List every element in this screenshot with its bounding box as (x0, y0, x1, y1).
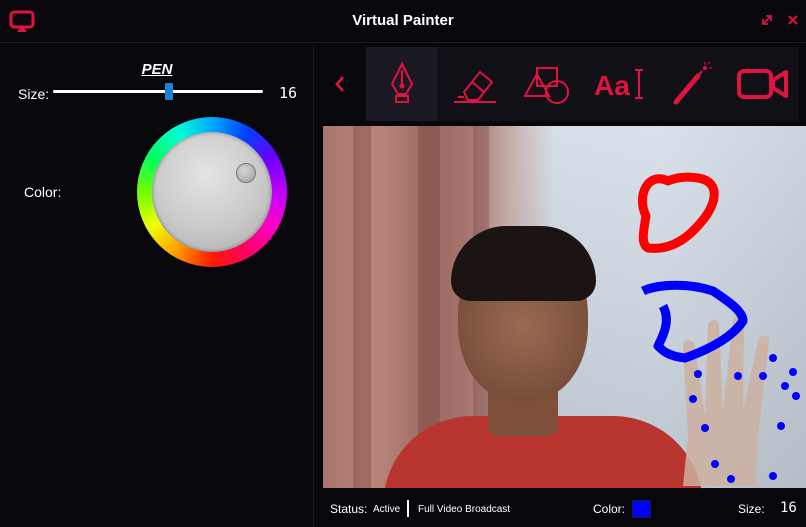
chevron-left-icon (335, 76, 344, 92)
status-value: Active (373, 504, 401, 515)
status-separator (407, 500, 409, 517)
size-slider-handle[interactable] (164, 83, 173, 100)
status-label: Status: (330, 502, 368, 516)
status-bar: Status: Active Full Video Broadcast Colo… (322, 490, 806, 527)
blue-stroke (640, 280, 748, 363)
text-icon: Aa (594, 69, 643, 101)
video-canvas[interactable] (323, 126, 806, 488)
window-title: Virtual Painter (352, 12, 454, 29)
color-wheel[interactable] (137, 117, 287, 267)
eraser-tool-button[interactable] (439, 47, 511, 121)
size-value: 16 (279, 84, 298, 102)
current-tool-name: PEN (141, 61, 173, 78)
laser-pointer-icon (673, 61, 712, 105)
size-slider-track[interactable] (53, 90, 263, 93)
video-tool-button[interactable] (727, 47, 799, 121)
broadcast-mode: Full Video Broadcast (418, 504, 511, 515)
toolbar-back-button[interactable] (322, 47, 358, 121)
text-tool-button[interactable]: Aa (583, 47, 655, 121)
eraser-icon (454, 70, 496, 103)
tool-toolbar: Aa (322, 44, 806, 124)
text-icon-label: Aa (594, 70, 630, 101)
status-color-label: Color: (593, 502, 626, 516)
title-bar: Virtual Painter (0, 0, 806, 43)
restore-icon[interactable] (760, 13, 774, 27)
shapes-tool-button[interactable] (511, 47, 583, 121)
laser-pointer-tool-button[interactable] (655, 47, 727, 121)
status-size-label: Size: (738, 502, 765, 516)
close-icon[interactable] (786, 13, 800, 27)
red-stroke (637, 172, 719, 253)
color-wheel-knob[interactable] (236, 163, 256, 183)
color-wheel-dial[interactable] (152, 132, 272, 252)
pen-icon (390, 61, 414, 103)
color-label: Color: (24, 184, 62, 200)
drawing-layer (637, 172, 748, 363)
size-label: Size: (18, 86, 50, 102)
video-camera-icon (737, 69, 788, 99)
settings-panel: PEN Size: 16 Color: (0, 44, 314, 527)
pen-tool-button[interactable] (366, 47, 438, 121)
shapes-icon (523, 67, 569, 104)
status-size-value: 16 (780, 500, 797, 516)
current-color-swatch (632, 500, 651, 518)
